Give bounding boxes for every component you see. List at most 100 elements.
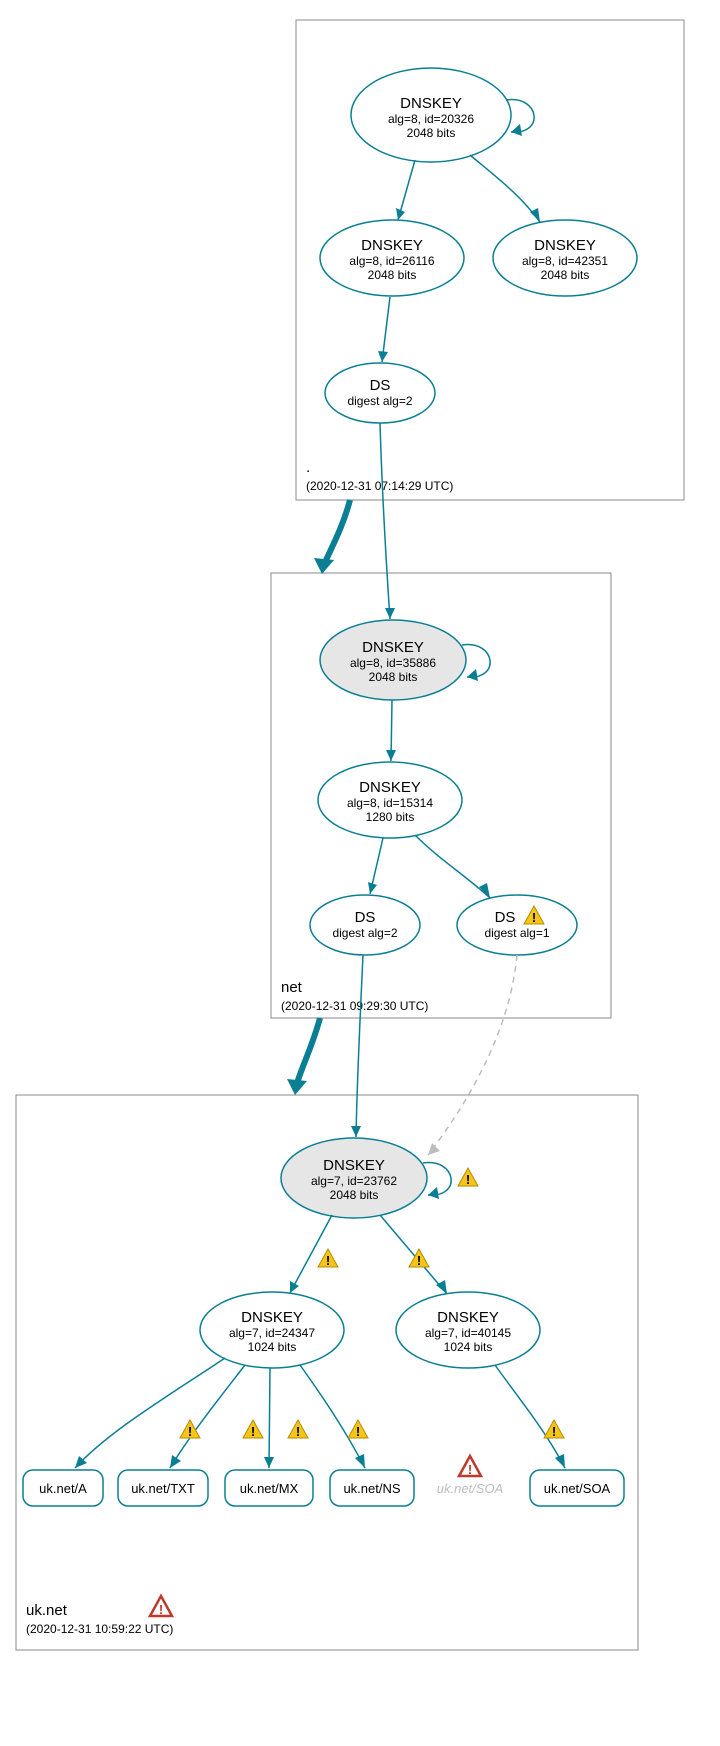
node-root-zsk1: DNSKEY alg=8, id=26116 2048 bits (320, 220, 464, 296)
arrow-uk-ksk-self (428, 1187, 439, 1199)
zone-arrowhead-root-net (314, 558, 334, 574)
warning-icon-z1-mx2: ! (288, 1420, 308, 1439)
node-net-ds2: DS digest alg=1 (457, 895, 577, 955)
zone-root-name: . (306, 459, 310, 476)
arrow-z1-txt (170, 1455, 181, 1468)
warning-icon-uk-ksk-self: ! (458, 1168, 478, 1187)
arrow-netksk-netzsk (386, 750, 396, 761)
root-zsk2-label: DNSKEY (534, 237, 596, 254)
error-icon-rr-soa-ghost: ! (459, 1456, 481, 1477)
rr-soa-label: uk.net/SOA (544, 1481, 611, 1496)
node-net-ds1: DS digest alg=2 (310, 895, 420, 955)
uk-zsk1-label: DNSKEY (241, 1309, 303, 1326)
zone-arrowhead-net-uknet (287, 1079, 307, 1095)
uk-zsk1-d2: 1024 bits (248, 1340, 297, 1354)
uk-zsk2-d1: alg=7, id=40145 (425, 1326, 511, 1340)
net-ds1-label: DS (355, 909, 376, 926)
root-ds-label: DS (370, 377, 391, 394)
arrow-z1-ns (355, 1454, 365, 1468)
uk-zsk2-label: DNSKEY (437, 1309, 499, 1326)
warning-icon-ukksk-z1: ! (318, 1249, 338, 1268)
svg-text:!: ! (417, 1253, 421, 1268)
arrow-z2-soa (555, 1454, 565, 1468)
node-rr-mx: uk.net/MX (225, 1470, 313, 1506)
net-ds1-d1: digest alg=2 (332, 926, 397, 940)
net-zsk-label: DNSKEY (359, 779, 421, 796)
node-rr-soa: uk.net/SOA (530, 1470, 624, 1506)
edge-rk-z2 (470, 155, 540, 222)
root-ksk-d1: alg=8, id=20326 (388, 112, 474, 126)
zone-net-ts: (2020-12-31 09:29:30 UTC) (281, 999, 428, 1013)
svg-text:!: ! (296, 1424, 300, 1439)
svg-text:!: ! (532, 910, 536, 925)
edge-z1-ns (300, 1365, 365, 1468)
node-rr-a: uk.net/A (23, 1470, 103, 1506)
net-ksk-d2: 2048 bits (369, 670, 418, 684)
uk-zsk1-d1: alg=7, id=24347 (229, 1326, 315, 1340)
rr-a-label: uk.net/A (39, 1481, 87, 1496)
edge-netds1-ukksk (356, 955, 363, 1137)
warning-icon-z1-ns: ! (348, 1420, 368, 1439)
net-ds2-d1: digest alg=1 (484, 926, 549, 940)
svg-text:!: ! (356, 1424, 360, 1439)
svg-text:!: ! (468, 1462, 472, 1477)
zone-arrow-root-net (322, 500, 350, 569)
root-zsk1-d2: 2048 bits (368, 268, 417, 282)
net-ds2-label: DS (495, 909, 516, 926)
arrow-net-ksk-self (467, 669, 478, 681)
edge-ukksk-z2 (380, 1215, 447, 1294)
zone-uknet-ts: (2020-12-31 10:59:22 UTC) (26, 1622, 173, 1636)
svg-text:!: ! (326, 1253, 330, 1268)
rr-ns-label: uk.net/NS (343, 1481, 400, 1496)
svg-text:!: ! (552, 1424, 556, 1439)
svg-text:!: ! (251, 1424, 255, 1439)
edge-z2-soa (495, 1365, 565, 1468)
arrow-ukksk-z1 (290, 1281, 299, 1293)
node-rr-ns: uk.net/NS (330, 1470, 414, 1506)
edge-z1-mx (269, 1368, 270, 1468)
rr-mx-label: uk.net/MX (240, 1481, 299, 1496)
root-zsk2-d2: 2048 bits (541, 268, 590, 282)
uk-zsk2-d2: 1024 bits (444, 1340, 493, 1354)
node-root-zsk2: DNSKEY alg=8, id=42351 2048 bits (493, 220, 637, 296)
arrow-rootds-netksk (385, 608, 395, 619)
net-ksk-label: DNSKEY (362, 639, 424, 656)
uk-ksk-label: DNSKEY (323, 1157, 385, 1174)
node-uk-zsk2: DNSKEY alg=7, id=40145 1024 bits (396, 1292, 540, 1368)
zone-arrow-net-uknet (295, 1018, 320, 1090)
warning-icon-z1-mx: ! (243, 1420, 263, 1439)
root-ksk-label: DNSKEY (400, 95, 462, 112)
error-icon-zone-uknet: ! (150, 1596, 172, 1617)
edge-netzsk-ds2 (415, 835, 490, 898)
svg-text:!: ! (159, 1602, 163, 1617)
node-root-ksk: DNSKEY alg=8, id=20326 2048 bits (351, 68, 511, 162)
arrow-netds1-ukksk (351, 1126, 361, 1137)
zone-uknet-name: uk.net (26, 1602, 68, 1619)
node-uk-ksk: DNSKEY alg=7, id=23762 2048 bits (281, 1138, 427, 1218)
root-ksk-d2: 2048 bits (407, 126, 456, 140)
root-zsk1-label: DNSKEY (361, 237, 423, 254)
edge-z1-a (75, 1358, 225, 1468)
uk-ksk-d2: 2048 bits (330, 1188, 379, 1202)
arrow-z1-mx (264, 1457, 274, 1468)
rr-soa-ghost-label: uk.net/SOA (437, 1481, 503, 1496)
arrow-netds2-ukksk (428, 1143, 440, 1155)
net-zsk-d2: 1280 bits (366, 810, 415, 824)
net-zsk-d1: alg=8, id=15314 (347, 796, 433, 810)
node-root-ds: DS digest alg=2 (325, 363, 435, 423)
net-ksk-d1: alg=8, id=35886 (350, 656, 436, 670)
edge-netds2-ukksk (428, 955, 517, 1155)
arrow-netzsk-ds1 (368, 882, 377, 894)
node-net-zsk: DNSKEY alg=8, id=15314 1280 bits (318, 762, 462, 838)
svg-text:!: ! (188, 1424, 192, 1439)
uk-ksk-d1: alg=7, id=23762 (311, 1174, 397, 1188)
node-uk-zsk1: DNSKEY alg=7, id=24347 1024 bits (200, 1292, 344, 1368)
root-zsk2-d1: alg=8, id=42351 (522, 254, 608, 268)
root-zsk1-d1: alg=8, id=26116 (349, 254, 435, 268)
root-ds-d1: digest alg=2 (347, 394, 412, 408)
node-rr-txt: uk.net/TXT (118, 1470, 208, 1506)
arrow-root-ksk-self (511, 124, 522, 136)
svg-text:!: ! (466, 1172, 470, 1187)
arrow-z1-ds (378, 351, 388, 362)
zone-net-name: net (281, 979, 303, 996)
